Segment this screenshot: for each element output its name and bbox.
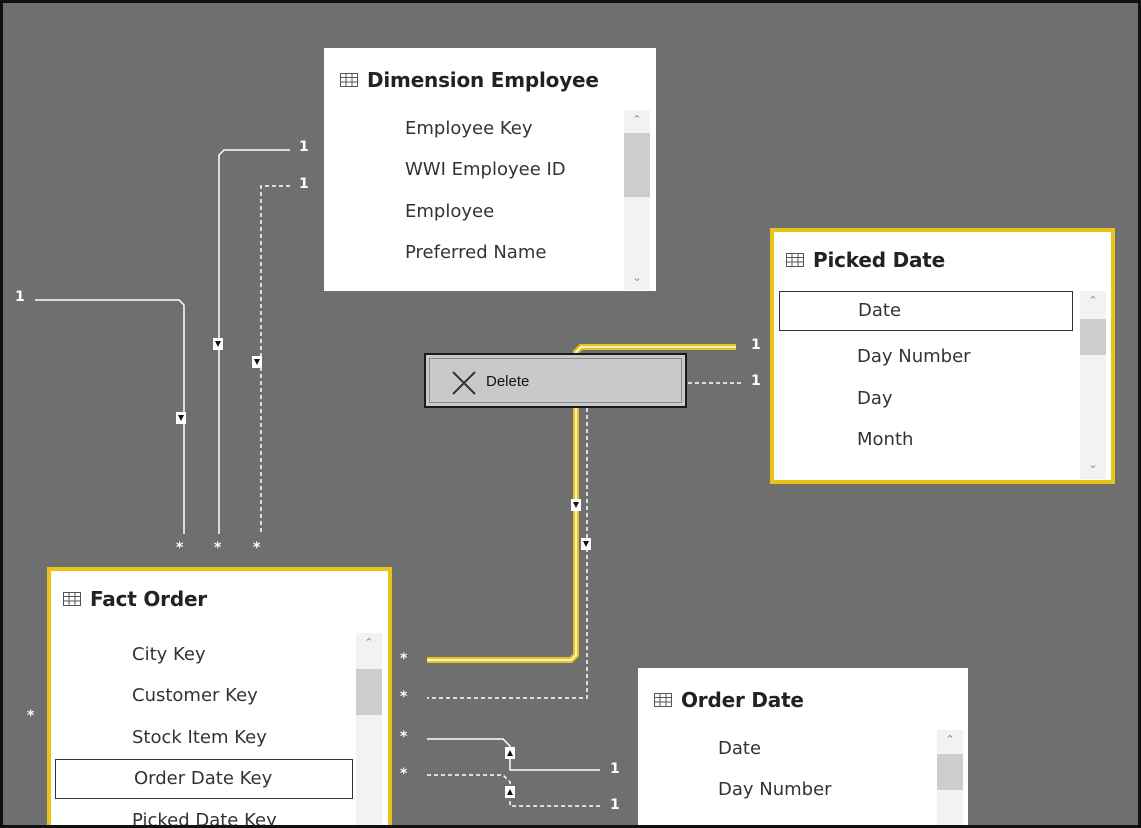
cardinality-one-label: 1 <box>610 797 620 813</box>
table-card-picked-date[interactable]: Picked Date Date Day Number Day Month ⌃ … <box>770 228 1115 484</box>
table-title: Order Date <box>681 688 804 712</box>
table-card-order-date[interactable]: Order Date Date Day Number ⌃ <box>638 668 968 825</box>
field-wwi-employee-id[interactable]: WWI Employee ID <box>405 155 566 185</box>
model-diagram-canvas[interactable]: 1 1 1 * * * 1 1 * * * * * 1 1 Dimension … <box>0 0 1141 828</box>
scroll-up-icon[interactable]: ⌃ <box>1080 291 1106 311</box>
cardinality-one-label: 1 <box>751 337 761 353</box>
cardinality-one-label: 1 <box>299 139 309 155</box>
field-month[interactable]: Month <box>857 425 913 455</box>
vertical-scrollbar[interactable]: ⌃ ⌄ <box>624 110 650 290</box>
relationship-line <box>260 185 290 534</box>
relationship-line <box>218 149 290 534</box>
table-icon <box>340 73 358 87</box>
table-title: Dimension Employee <box>367 68 599 92</box>
cardinality-many-label: * <box>253 540 261 556</box>
field-picked-date-key[interactable]: Picked Date Key <box>132 806 277 825</box>
relationship-context-menu: Delete <box>424 353 687 408</box>
delete-menu-item[interactable]: Delete <box>429 358 682 403</box>
vertical-scrollbar[interactable]: ⌃ <box>937 730 963 825</box>
field-day-number[interactable]: Day Number <box>718 775 832 805</box>
scroll-up-icon[interactable]: ⌃ <box>937 730 963 750</box>
scroll-up-icon[interactable]: ⌃ <box>624 110 650 130</box>
table-icon <box>654 693 672 707</box>
scroll-down-icon[interactable]: ⌄ <box>1080 455 1106 475</box>
relationship-line <box>35 299 185 534</box>
table-card-header: Fact Order <box>63 585 207 613</box>
close-x-icon <box>452 371 476 395</box>
field-day-number[interactable]: Day Number <box>857 342 971 372</box>
cardinality-many-label: * <box>27 708 35 724</box>
table-icon <box>786 253 804 267</box>
scroll-thumb[interactable] <box>356 669 382 715</box>
field-city-key[interactable]: City Key <box>132 640 206 670</box>
field-order-date-key-selected[interactable]: Order Date Key <box>55 759 353 799</box>
table-card-header: Picked Date <box>786 246 945 274</box>
cardinality-many-label: * <box>400 651 408 667</box>
table-card-fact-order[interactable]: Fact Order City Key Customer Key Stock I… <box>47 567 392 825</box>
cardinality-many-label: * <box>176 540 184 556</box>
table-title: Fact Order <box>90 587 207 611</box>
scroll-down-icon[interactable]: ⌄ <box>624 268 650 288</box>
table-title: Picked Date <box>813 248 945 272</box>
cardinality-many-label: * <box>400 689 408 705</box>
vertical-scrollbar[interactable]: ⌃ <box>356 633 382 825</box>
table-card-header: Dimension Employee <box>340 66 599 94</box>
field-day[interactable]: Day <box>857 384 893 414</box>
field-date-selected[interactable]: Date <box>779 291 1073 331</box>
field-preferred-name[interactable]: Preferred Name <box>405 238 546 268</box>
field-employee-key[interactable]: Employee Key <box>405 114 533 144</box>
scroll-thumb[interactable] <box>1080 319 1106 355</box>
cardinality-one-label: 1 <box>299 176 309 192</box>
scroll-thumb[interactable] <box>624 133 650 197</box>
table-card-dimension-employee[interactable]: Dimension Employee Employee Key WWI Empl… <box>324 48 656 291</box>
field-date[interactable]: Date <box>718 734 761 764</box>
cardinality-one-label: 1 <box>751 373 761 389</box>
vertical-scrollbar[interactable]: ⌃ ⌄ <box>1080 291 1106 479</box>
cardinality-many-label: * <box>214 540 222 556</box>
table-icon <box>63 592 81 606</box>
table-card-header: Order Date <box>654 686 804 714</box>
cardinality-one-label: 1 <box>610 761 620 777</box>
relationship-line <box>427 401 588 699</box>
field-customer-key[interactable]: Customer Key <box>132 681 258 711</box>
cardinality-one-label: 1 <box>15 289 25 305</box>
delete-label: Delete <box>486 373 530 390</box>
scroll-thumb[interactable] <box>937 754 963 790</box>
scroll-up-icon[interactable]: ⌃ <box>356 633 382 653</box>
cardinality-many-label: * <box>400 729 408 745</box>
field-stock-item-key[interactable]: Stock Item Key <box>132 723 267 753</box>
cardinality-many-label: * <box>400 766 408 782</box>
field-employee[interactable]: Employee <box>405 197 494 227</box>
